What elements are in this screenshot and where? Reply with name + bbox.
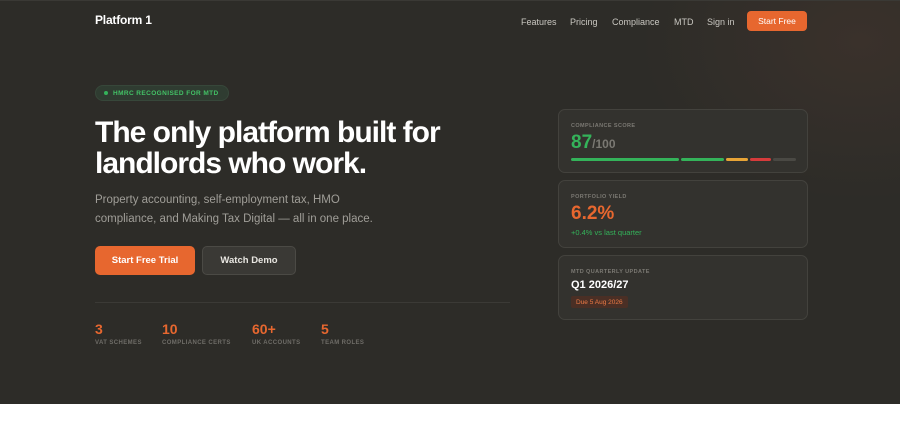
- portfolio-yield-card: PORTFOLIO YIELD 6.2% +0.4% vs last quart…: [558, 180, 808, 248]
- divider: [95, 302, 510, 303]
- stat-compliance-certs: 10 COMPLIANCE CERTS: [162, 321, 231, 346]
- mtd-quarterly-card: MTD QUARTERLY UPDATE Q1 2026/27 Due 5 Au…: [558, 255, 808, 320]
- yield-delta: +0.4% vs last quarter: [571, 228, 642, 237]
- stat-uk-accounts: 60+ UK ACCOUNTS: [252, 321, 301, 346]
- page-title: The only platform built for landlords wh…: [95, 117, 495, 179]
- start-free-button[interactable]: Start Free: [747, 11, 807, 31]
- score-bar-segment: [726, 158, 748, 161]
- stat-label: COMPLIANCE CERTS: [162, 340, 231, 346]
- headline-line-1: The only platform built for: [95, 116, 441, 149]
- watch-demo-button[interactable]: Watch Demo: [202, 246, 296, 275]
- stat-value: 10: [162, 321, 178, 337]
- subtext-line-2: compliance, and Making Tax Digital — all…: [95, 213, 373, 225]
- hmrc-badge: HMRC RECOGNISED FOR MTD: [95, 85, 229, 101]
- mtd-quarter: Q1 2026/27: [571, 279, 629, 291]
- stat-label: TEAM ROLES: [321, 340, 365, 346]
- yield-value: 6.2%: [571, 203, 615, 224]
- score-value: 87: [571, 132, 593, 153]
- score-bar-segment: [773, 158, 796, 161]
- score-bar-segment: [750, 158, 771, 161]
- stat-vat-schemes: 3 VAT SCHEMES: [95, 321, 142, 346]
- compliance-score-card: COMPLIANCE SCORE 87/100: [558, 109, 808, 173]
- headline-line-2: landlords who work.: [95, 147, 367, 180]
- nav-link-mtd[interactable]: MTD: [674, 17, 694, 27]
- badge-text: HMRC RECOGNISED FOR MTD: [113, 89, 219, 97]
- nav-link-pricing[interactable]: Pricing: [570, 17, 598, 27]
- status-dot-icon: [104, 91, 108, 95]
- subtext-line-1: Property accounting, self-employment tax…: [95, 194, 340, 206]
- start-free-trial-button[interactable]: Start Free Trial: [95, 246, 195, 275]
- card-title: MTD QUARTERLY UPDATE: [571, 269, 650, 275]
- card-title: COMPLIANCE SCORE: [571, 123, 636, 129]
- score-bar-segment: [681, 158, 724, 161]
- nav-link-compliance[interactable]: Compliance: [612, 17, 660, 27]
- stat-value: 5: [321, 321, 329, 337]
- compliance-score: 87/100: [571, 132, 616, 154]
- stat-value: 3: [95, 321, 103, 337]
- due-date-badge: Due 5 Aug 2026: [571, 296, 628, 308]
- card-title: PORTFOLIO YIELD: [571, 194, 627, 200]
- hero-section: Platform 1 Features Pricing Compliance M…: [0, 0, 900, 404]
- score-denominator: /100: [592, 137, 616, 151]
- stat-label: VAT SCHEMES: [95, 340, 142, 346]
- stat-team-roles: 5 TEAM ROLES: [321, 321, 364, 346]
- stat-value: 60+: [252, 321, 276, 337]
- stat-label: UK ACCOUNTS: [252, 340, 301, 346]
- score-bar-segment: [571, 158, 679, 161]
- nav-link-features[interactable]: Features: [521, 17, 557, 27]
- hero-subtext: Property accounting, self-employment tax…: [95, 191, 385, 229]
- logo[interactable]: Platform 1: [95, 13, 152, 27]
- nav-link-sign-in[interactable]: Sign in: [707, 17, 735, 27]
